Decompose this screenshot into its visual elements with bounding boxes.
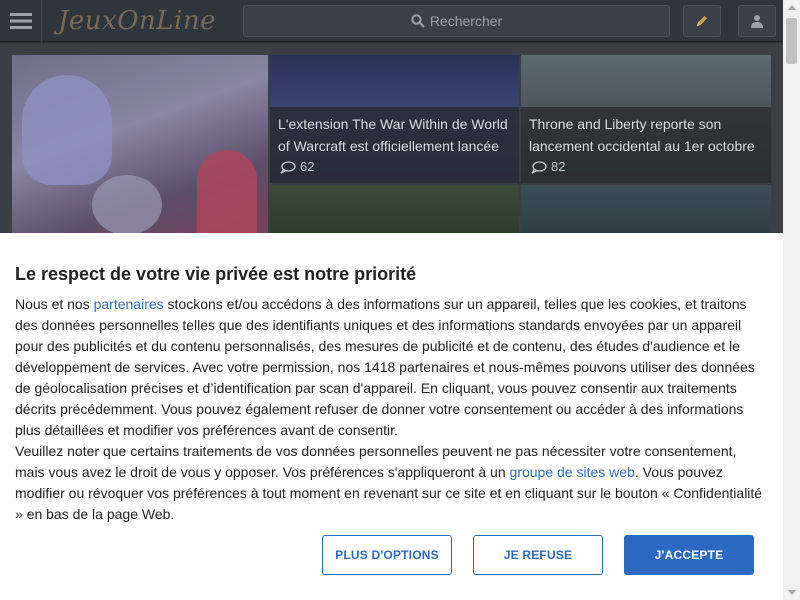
hamburger-icon bbox=[9, 13, 32, 29]
consent-heading: Le respect de votre vie privée est notre… bbox=[15, 264, 417, 284]
menu-button[interactable] bbox=[0, 0, 42, 42]
search-placeholder: Rechercher bbox=[429, 13, 503, 29]
top-bar: JeuxOnLine Rechercher bbox=[0, 0, 783, 42]
comment-icon bbox=[531, 160, 547, 174]
article-caption: Throne and Liberty reporte son lancement… bbox=[521, 107, 771, 183]
consent-dialog: Le respect de votre vie privée est notre… bbox=[0, 233, 783, 600]
search-input[interactable]: Rechercher bbox=[243, 5, 670, 37]
account-button[interactable] bbox=[738, 5, 776, 37]
featured-article-image[interactable] bbox=[12, 55, 268, 245]
scroll-down-icon[interactable] bbox=[788, 590, 796, 595]
pencil-icon bbox=[697, 16, 707, 26]
accept-button[interactable]: J'ACCEPTE bbox=[624, 535, 754, 575]
refuse-button[interactable]: JE REFUSE bbox=[473, 535, 603, 575]
partners-link[interactable]: partenaires bbox=[94, 296, 164, 312]
scrollbar-thumb[interactable] bbox=[786, 18, 797, 64]
article-tile[interactable]: L'extension The War Within de World of W… bbox=[270, 55, 519, 183]
consent-text: Nous et nos partenaires stockons et/ou a… bbox=[15, 294, 768, 525]
comment-count-value: 82 bbox=[551, 159, 566, 174]
article-title[interactable]: Throne and Liberty reporte son lancement… bbox=[529, 113, 763, 157]
scroll-up-icon[interactable] bbox=[788, 5, 796, 10]
article-caption: L'extension The War Within de World of W… bbox=[270, 107, 519, 183]
more-options-button[interactable]: PLUS D'OPTIONS bbox=[322, 535, 452, 575]
site-group-link[interactable]: groupe de sites web bbox=[510, 464, 635, 480]
write-button[interactable] bbox=[683, 5, 721, 37]
article-title[interactable]: L'extension The War Within de World of W… bbox=[278, 113, 511, 157]
comment-count[interactable]: 62 bbox=[278, 158, 511, 176]
consent-text-part: Nous et nos bbox=[15, 296, 94, 312]
hero-character bbox=[197, 150, 257, 245]
site-logo[interactable]: JeuxOnLine bbox=[58, 5, 216, 37]
comment-count[interactable]: 82 bbox=[529, 158, 763, 176]
scrollbar[interactable] bbox=[783, 0, 800, 600]
article-tile[interactable]: Throne and Liberty reporte son lancement… bbox=[521, 55, 771, 183]
user-icon bbox=[751, 15, 763, 28]
comment-count-value: 62 bbox=[300, 159, 315, 174]
search-icon bbox=[411, 14, 425, 28]
hero-orb bbox=[92, 175, 162, 235]
hero-character bbox=[22, 75, 112, 185]
comment-icon bbox=[280, 160, 296, 174]
consent-text-part: stockons et/ou accédons à des informatio… bbox=[15, 296, 755, 438]
